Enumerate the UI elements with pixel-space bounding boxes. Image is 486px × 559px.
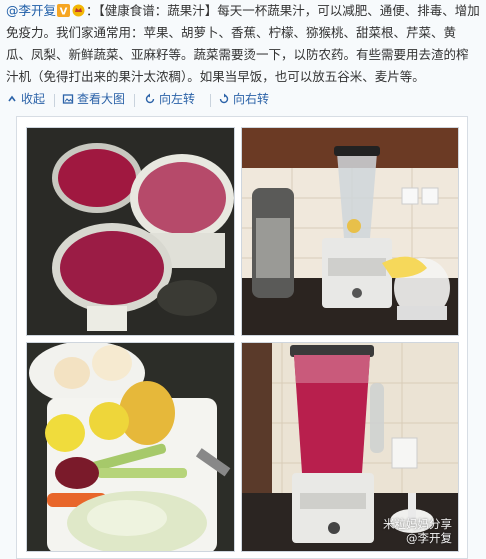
rotate-right-label: 向右转 <box>233 92 270 106</box>
collapse-label: 收起 <box>21 92 46 106</box>
rotate-left-label: 向左转 <box>159 92 196 106</box>
post-card: @李开复 V ：【健康食谱：蔬果汁】每天一杯蔬果汁，可以减肥、通便、排毒、增加免疫力… <box>0 0 486 559</box>
svg-text:V: V <box>60 7 68 18</box>
magnify-image-icon <box>62 93 74 104</box>
watermark: 米粒妈妈分享 @李开复 <box>383 517 452 545</box>
watermark-line1: 米粒妈妈分享 <box>383 517 452 531</box>
juice-cups-illustration <box>27 128 234 335</box>
watermark-line2: @李开复 <box>406 531 452 545</box>
photo-juice-cups[interactable] <box>26 127 235 336</box>
photo-blender-juice[interactable]: 米粒妈妈分享 @李开复 <box>241 342 459 552</box>
toolbar-divider <box>134 94 135 107</box>
rotate-left-icon <box>145 93 155 103</box>
collapse-button[interactable]: 收起 <box>6 90 45 107</box>
vip-crown-icon <box>72 4 85 17</box>
post-text: @李开复 V ：【健康食谱：蔬果汁】每天一杯蔬果汁，可以减肥、通便、排毒、增加免疫力… <box>6 0 480 88</box>
verified-v-icon: V <box>57 4 71 18</box>
photo-fruits-vegetables[interactable] <box>26 342 235 552</box>
rotate-right-icon <box>219 93 229 103</box>
collapse-icon <box>8 95 16 101</box>
image-toolbar: 收起 查看大图 向左转 向右转 <box>0 90 486 112</box>
view-large-label: 查看大图 <box>77 92 126 106</box>
fruits-vegetables-illustration <box>27 343 234 551</box>
photo-collage[interactable]: 米粒妈妈分享 @李开复 <box>16 116 468 559</box>
toolbar-divider <box>54 94 55 107</box>
toolbar-divider <box>210 94 211 107</box>
rotate-right-button[interactable]: 向右转 <box>218 90 269 107</box>
blender-kitchen-illustration <box>242 128 458 335</box>
author-link[interactable]: @李开复 <box>6 3 56 18</box>
view-large-button[interactable]: 查看大图 <box>62 90 125 107</box>
rotate-left-button[interactable]: 向左转 <box>144 90 195 107</box>
photo-blender-kitchen[interactable] <box>241 127 459 336</box>
